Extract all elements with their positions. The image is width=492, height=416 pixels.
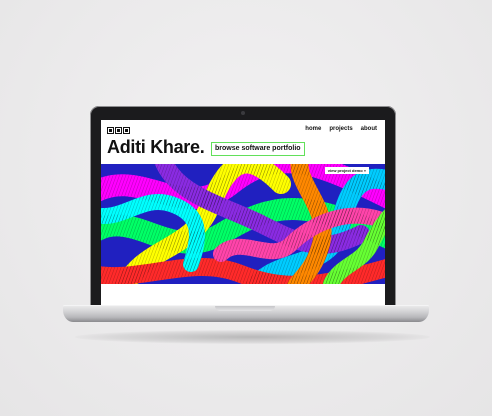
- nav-projects[interactable]: projects: [329, 126, 352, 132]
- view-demo-button[interactable]: view project demo »: [324, 167, 369, 174]
- laptop-shadow: [75, 330, 430, 344]
- site-nav: home projects about: [305, 126, 377, 132]
- nav-about[interactable]: about: [361, 126, 377, 132]
- tube-artwork-image: [101, 164, 385, 284]
- laptop-screen: home projects about Aditi Khare. browse …: [101, 120, 385, 306]
- browse-portfolio-button[interactable]: browse software portfolio: [211, 142, 305, 156]
- nav-home[interactable]: home: [305, 126, 321, 132]
- camera-icon: [241, 111, 245, 115]
- laptop-lid: home projects about Aditi Khare. browse …: [90, 106, 396, 306]
- hero-artwork: view project demo »: [101, 164, 385, 284]
- laptop-notch: [215, 306, 275, 311]
- mockup-background: home projects about Aditi Khare. browse …: [0, 0, 492, 416]
- three-square-logo-icon[interactable]: [107, 127, 130, 135]
- page-title: Aditi Khare.: [107, 137, 205, 157]
